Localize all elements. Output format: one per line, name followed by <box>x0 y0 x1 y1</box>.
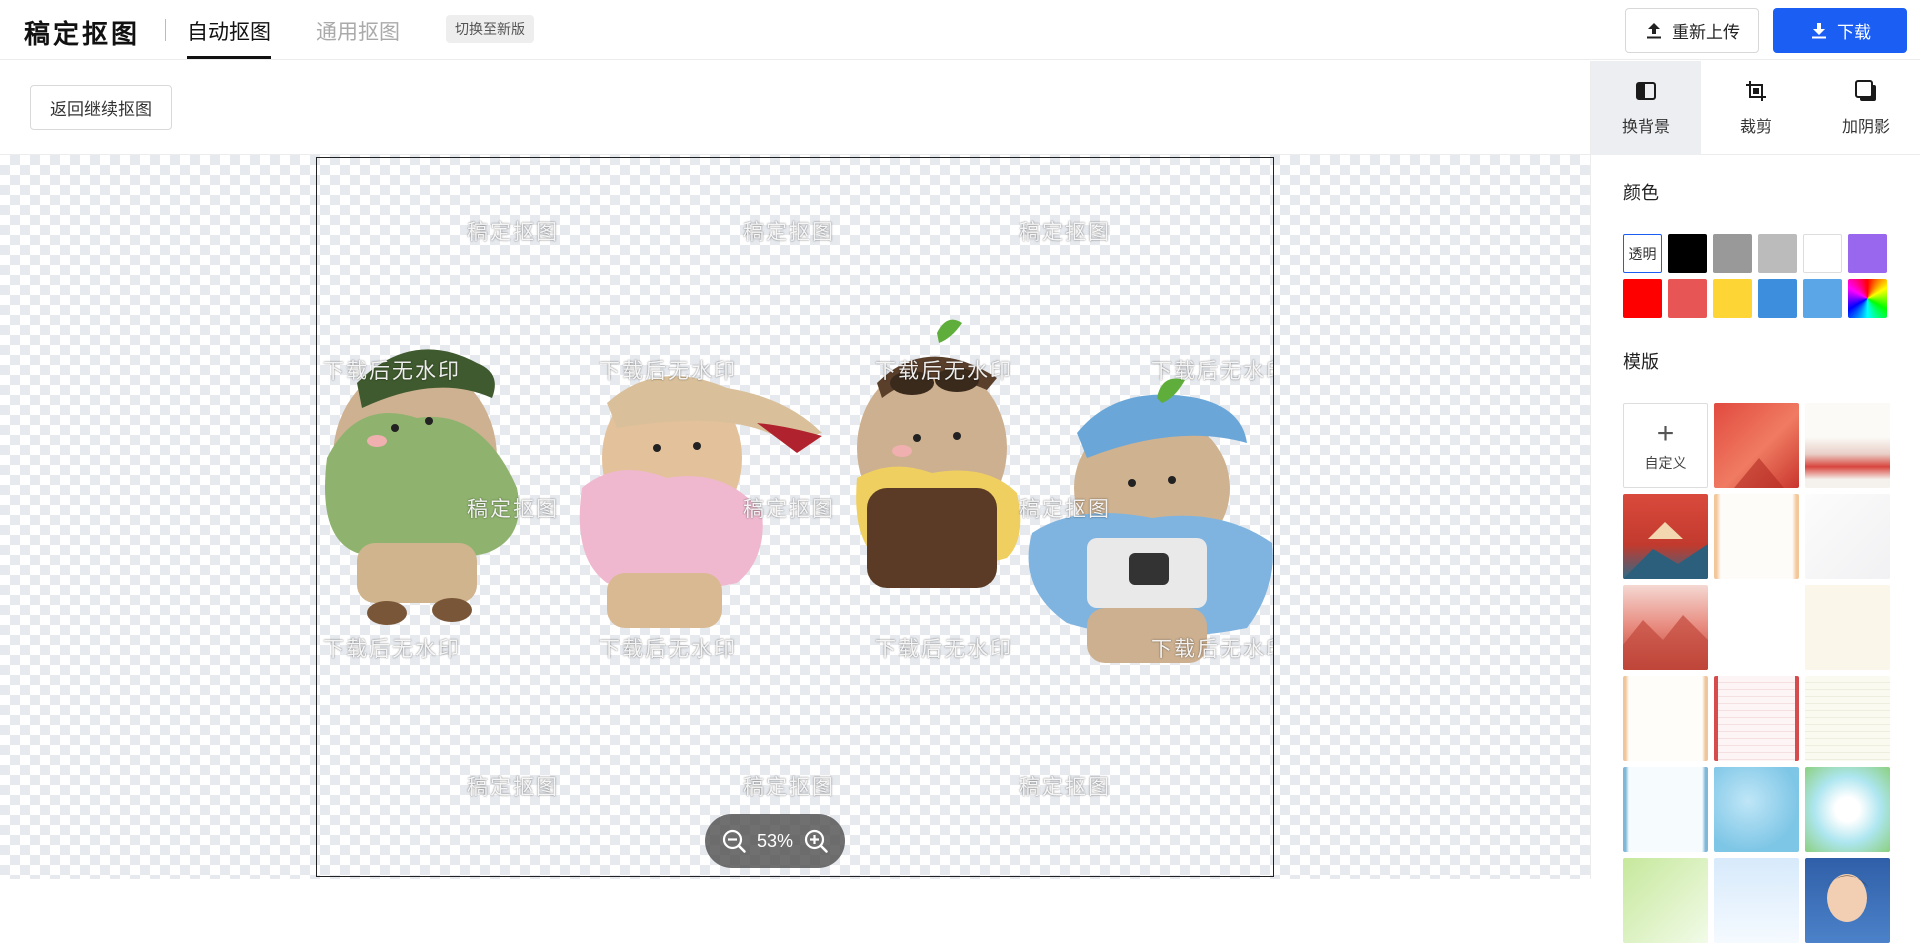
tab-general-cutout[interactable]: 通用抠图 <box>316 16 400 46</box>
template-custom[interactable]: + 自定义 <box>1623 403 1708 488</box>
logo-divider <box>165 19 166 41</box>
template-thumbnail[interactable] <box>1805 858 1890 943</box>
template-art <box>1825 874 1869 922</box>
swatch-black[interactable] <box>1668 234 1707 273</box>
tab-crop[interactable]: 裁剪 <box>1701 61 1811 155</box>
tab-crop-label: 裁剪 <box>1739 119 1772 136</box>
watermark-logo: 稿定抠图 <box>743 221 835 244</box>
template-thumbnail[interactable] <box>1623 585 1708 670</box>
watermark-logo: 稿定抠图 <box>743 776 835 799</box>
template-thumbnail[interactable] <box>1805 403 1890 488</box>
color-swatches: 透明 <box>1623 234 1893 318</box>
swatch-light-blue[interactable] <box>1803 279 1842 318</box>
template-art <box>1623 615 1708 670</box>
tab-add-shadow-label: 加阴影 <box>1841 119 1890 136</box>
zoom-level: 53% <box>756 830 794 851</box>
watermark-note: 下载后无水印 <box>875 638 1013 661</box>
watermark-logo: 稿定抠图 <box>467 498 559 521</box>
swatch-blue[interactable] <box>1758 279 1797 318</box>
template-art <box>1734 458 1784 488</box>
reupload-label: 重新上传 <box>1672 23 1740 42</box>
canvas-toolbar: 返回继续抠图 <box>0 61 1590 155</box>
template-thumbnail[interactable] <box>1714 767 1799 852</box>
swatch-purple[interactable] <box>1848 234 1887 273</box>
watermark-note: 下载后无水印 <box>323 360 461 383</box>
plus-icon: + <box>1656 416 1675 450</box>
swatch-red[interactable] <box>1623 279 1662 318</box>
watermark-note: 下载后无水印 <box>1151 638 1273 661</box>
back-continue-cutout-button[interactable]: 返回继续抠图 <box>30 85 172 130</box>
reupload-button[interactable]: 重新上传 <box>1625 8 1759 53</box>
template-thumbnail[interactable] <box>1714 676 1799 761</box>
swatch-transparent[interactable]: 透明 <box>1623 234 1662 273</box>
template-grid: + 自定义 <box>1623 403 1893 943</box>
template-thumbnail[interactable] <box>1714 858 1799 943</box>
zoom-out-icon[interactable] <box>721 828 747 854</box>
download-button[interactable]: 下载 <box>1773 8 1907 53</box>
watermark-note: 下载后无水印 <box>875 360 1013 383</box>
template-thumbnail[interactable] <box>1714 403 1799 488</box>
template-custom-label: 自定义 <box>1644 454 1687 471</box>
download-icon <box>1812 22 1826 38</box>
swatch-white[interactable] <box>1803 234 1842 273</box>
watermark-logo: 稿定抠图 <box>743 498 835 521</box>
upload-icon <box>1647 22 1661 38</box>
template-thumbnail[interactable] <box>1623 494 1708 579</box>
switch-new-version-button[interactable]: 切换至新版 <box>446 15 534 43</box>
app-logo[interactable]: 稿定抠图 <box>24 14 140 51</box>
tab-change-background-label: 换背景 <box>1621 119 1670 136</box>
tab-add-shadow[interactable]: 加阴影 <box>1811 61 1920 155</box>
crop-icon <box>1746 81 1766 101</box>
swatch-dark-gray[interactable] <box>1713 234 1752 273</box>
template-thumbnail[interactable] <box>1714 585 1799 670</box>
swatch-light-gray[interactable] <box>1758 234 1797 273</box>
template-thumbnail[interactable] <box>1805 767 1890 852</box>
watermark-logo: 稿定抠图 <box>1019 776 1111 799</box>
tab-change-background[interactable]: 换背景 <box>1591 61 1701 155</box>
swatch-yellow[interactable] <box>1713 279 1752 318</box>
watermark-note: 下载后无水印 <box>323 638 461 661</box>
cutout-image-frame[interactable]: 稿定抠图 稿定抠图 稿定抠图 下载后无水印 下载后无水印 下载后无水印 下载后无… <box>316 157 1274 877</box>
swatch-coral[interactable] <box>1668 279 1707 318</box>
template-thumbnail[interactable] <box>1805 676 1890 761</box>
template-thumbnail[interactable] <box>1623 767 1708 852</box>
template-art <box>1623 522 1708 579</box>
template-thumbnail[interactable] <box>1714 494 1799 579</box>
watermark-note: 下载后无水印 <box>599 360 737 383</box>
watermark-logo: 稿定抠图 <box>1019 498 1111 521</box>
template-thumbnail[interactable] <box>1623 676 1708 761</box>
zoom-control: 53% <box>705 814 845 868</box>
zoom-in-icon[interactable] <box>803 828 829 854</box>
template-thumbnail[interactable] <box>1805 494 1890 579</box>
right-panel: 换背景 裁剪 加阴影 颜色 透明 模版 + 自定义 <box>1590 61 1920 943</box>
tab-auto-cutout[interactable]: 自动抠图 <box>187 16 271 59</box>
template-thumbnail[interactable] <box>1623 858 1708 943</box>
shadow-icon <box>1855 80 1876 101</box>
color-section-title: 颜色 <box>1623 183 1659 203</box>
top-header: 稿定抠图 自动抠图 通用抠图 切换至新版 重新上传 下载 <box>0 0 1920 60</box>
canvas-area[interactable]: 稿定抠图 稿定抠图 稿定抠图 下载后无水印 下载后无水印 下载后无水印 下载后无… <box>0 155 1590 879</box>
watermark-note: 下载后无水印 <box>599 638 737 661</box>
swatch-custom-color[interactable] <box>1848 279 1887 318</box>
panel-tabs: 换背景 裁剪 加阴影 <box>1591 61 1920 155</box>
template-thumbnail[interactable] <box>1805 585 1890 670</box>
watermark-note: 下载后无水印 <box>1151 360 1273 383</box>
template-section-title: 模版 <box>1623 352 1659 372</box>
watermark-logo: 稿定抠图 <box>467 221 559 244</box>
watermark-logo: 稿定抠图 <box>467 776 559 799</box>
background-icon <box>1636 82 1656 100</box>
watermark-logo: 稿定抠图 <box>1019 221 1111 244</box>
download-label: 下载 <box>1837 23 1871 42</box>
